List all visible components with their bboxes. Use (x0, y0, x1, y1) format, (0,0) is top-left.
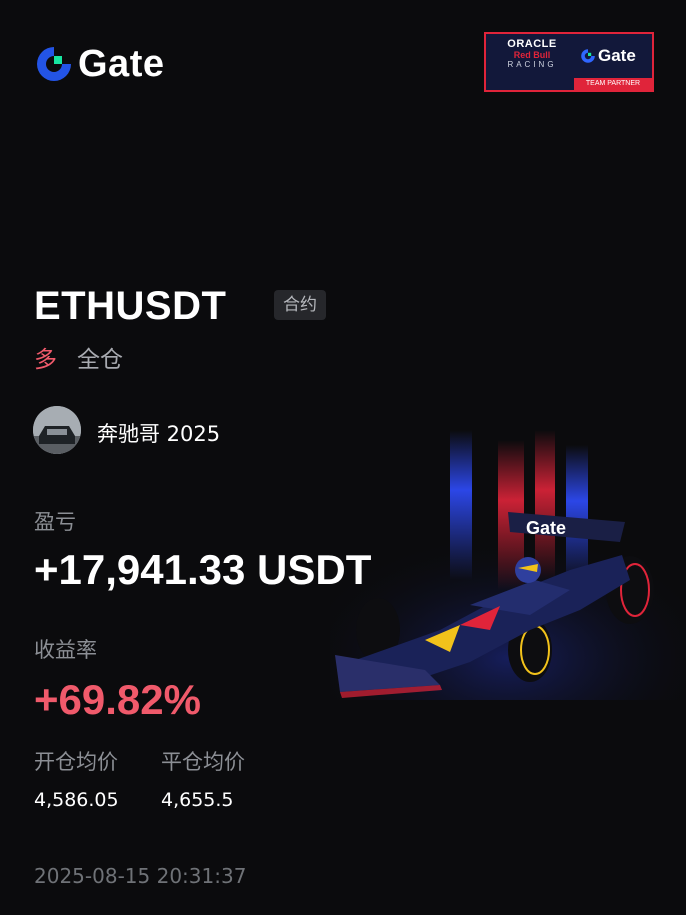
trading-pair: ETHUSDT (34, 284, 227, 328)
brand-name: Gate (78, 43, 165, 85)
gate-logo: Gate (34, 44, 164, 84)
user-name: 奔驰哥 2025 (97, 422, 221, 446)
contract-tag: 合约 (274, 290, 326, 320)
close-price-label: 平仓均价 (161, 750, 245, 774)
timestamp: 2025-08-15 20:31:37 (34, 864, 247, 888)
avatar (33, 406, 81, 454)
team-partner-label: TEAM PARTNER (574, 78, 652, 90)
pnl-value: +17,941.33 USDT (34, 546, 372, 593)
position-direction: 多 (34, 347, 57, 373)
car-avatar-image (33, 406, 81, 454)
car-wing-gate-text: Gate (526, 518, 566, 538)
f1-car-illustration: Gate (330, 430, 686, 700)
gate-logo-icon (581, 49, 595, 63)
gate-logo-icon (37, 47, 71, 81)
close-price-value: 4,655.5 (161, 789, 234, 811)
partner-gate-logo: Gate (580, 46, 636, 66)
pnl-label: 盈亏 (34, 510, 76, 534)
team-partner-badge: ORACLE Red Bull RACING Gate TEAM PARTNER (484, 32, 654, 92)
open-price-value: 4,586.05 (34, 789, 119, 811)
redbull-racing-logo: ORACLE Red Bull RACING (507, 38, 557, 69)
margin-mode: 全仓 (77, 347, 123, 373)
roi-label: 收益率 (34, 638, 97, 662)
open-price-label: 开仓均价 (34, 750, 118, 774)
roi-value: +69.82% (34, 676, 201, 723)
